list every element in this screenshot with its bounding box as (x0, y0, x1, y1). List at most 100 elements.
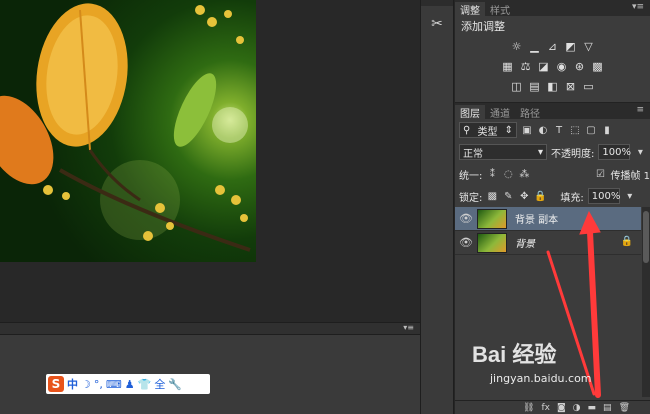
unify-position-icon[interactable]: ⁑ (486, 169, 498, 180)
layer-thumbnail (477, 232, 507, 253)
eye-icon[interactable]: 👁 (455, 236, 477, 249)
channel-mixer-icon[interactable]: ⊛ (573, 60, 586, 73)
propagate-label: 传播帧 1 (610, 170, 650, 182)
chevron-down-icon: ⇕ (504, 124, 513, 136)
type-filter-icon[interactable]: T (553, 125, 565, 136)
tab-styles[interactable]: 样式 (485, 2, 515, 17)
opacity-label: 不透明度: (551, 148, 595, 160)
pixel-filter-icon[interactable]: ▣ (521, 125, 533, 136)
fullwidth-icon[interactable]: 全 (154, 376, 165, 392)
keyboard-icon[interactable]: ⌨ (106, 378, 122, 391)
panel-menu-icon[interactable]: ▾≡ (403, 323, 414, 332)
watermark-url: jingyan.baidu.com (490, 372, 592, 385)
propagate-checkbox[interactable]: ☑ (594, 169, 606, 180)
layer-name[interactable]: 背景 副本 (515, 211, 558, 226)
lock-transparent-icon[interactable]: ▩ (486, 191, 498, 202)
opacity-dropdown-icon[interactable]: ▾ (634, 147, 646, 158)
tab-channels[interactable]: 通道 (485, 105, 515, 120)
tab-adjustments[interactable]: 调整 (455, 2, 485, 17)
photo-filter-icon[interactable]: ◉ (555, 60, 568, 73)
filter-row: ⚲ 类型 ⇕ ▣ ◐ T ⬚ ▢ ▮ (455, 119, 650, 141)
new-layer-icon[interactable]: ▤ (603, 403, 612, 413)
scrollbar-thumb[interactable] (643, 211, 649, 263)
lock-icon: 🔒 (620, 236, 633, 247)
threshold-icon[interactable]: ◧ (546, 80, 559, 93)
link-layers-icon[interactable]: ⛓ (523, 403, 534, 413)
skin-icon[interactable]: 👕 (138, 378, 152, 391)
fill-input[interactable]: 100% (587, 188, 620, 204)
lock-all-icon[interactable]: 🔒 (534, 191, 546, 202)
levels-icon[interactable]: ▁ (528, 40, 541, 53)
layer-name[interactable]: 背景 (515, 235, 535, 250)
user-icon[interactable]: ♟ (125, 378, 135, 391)
moon-icon[interactable]: ☽ (81, 378, 91, 391)
fill-dropdown-icon[interactable]: ▾ (624, 191, 636, 202)
posterize-icon[interactable]: ▤ (528, 80, 541, 93)
eye-icon[interactable]: 👁 (455, 212, 477, 225)
add-mask-icon[interactable]: ◙ (557, 403, 566, 413)
bottom-dock-header: ▾≡ (0, 323, 420, 335)
ime-mode-label[interactable]: 中 (67, 376, 78, 392)
layer-list: 👁 背景 副本 👁 背景 🔒 (455, 207, 641, 255)
photo-image (0, 0, 256, 262)
fx-icon[interactable]: fx (541, 403, 550, 413)
layers-menu-icon[interactable]: ≡ (636, 105, 644, 115)
document-canvas[interactable] (0, 0, 420, 322)
sogou-logo-icon[interactable]: S (48, 376, 64, 392)
unify-row: 统一: ⁑ ◌ ⁂ ☑ 传播帧 1 (455, 163, 650, 185)
punctuation-icon[interactable]: °, (94, 378, 103, 391)
filter-kind-select[interactable]: ⚲ 类型 ⇕ (459, 122, 517, 138)
add-adjustment-title: 添加调整 (461, 20, 505, 33)
collapsed-tool-strip: ✂ (420, 0, 454, 414)
baidu-watermark-logo: Bai 经验 (472, 342, 557, 367)
hue-saturation-icon[interactable]: ▦ (501, 60, 514, 73)
opacity-input[interactable]: 100% (598, 144, 631, 160)
tab-layers[interactable]: 图层 (455, 105, 485, 120)
vibrance-icon[interactable]: ▽ (582, 40, 595, 53)
wrench-icon[interactable]: 🔧 (168, 378, 182, 391)
color-lookup-icon[interactable]: ▩ (591, 60, 604, 73)
adjustments-tabbar: 调整 样式 ▾≡ (455, 0, 650, 17)
chevron-down-icon: ▾ (537, 146, 543, 158)
brightness-icon[interactable]: ☼ (510, 40, 523, 53)
layer-row-background-copy[interactable]: 👁 背景 副本 (455, 207, 641, 231)
strip-handle[interactable] (421, 0, 453, 6)
blend-mode-select[interactable]: 正常 ▾ (459, 144, 547, 160)
scissors-tool-icon[interactable]: ✂ (425, 12, 449, 36)
lock-paint-icon[interactable]: ✎ (502, 191, 514, 202)
delete-layer-icon[interactable]: 🗑 (619, 403, 630, 413)
gradient-map-icon[interactable]: ▭ (582, 80, 595, 93)
lock-position-icon[interactable]: ✥ (518, 191, 530, 202)
filter-toggle-icon[interactable]: ▮ (601, 125, 613, 136)
panel-menu-icon[interactable]: ▾≡ (632, 2, 644, 12)
smart-object-filter-icon[interactable]: ▢ (585, 125, 597, 136)
layers-footer: ⛓ fx ◙ ◑ ▬ ▤ 🗑 (455, 400, 650, 414)
new-adjustment-icon[interactable]: ◑ (573, 403, 581, 413)
black-white-icon[interactable]: ◪ (537, 60, 550, 73)
adjustment-filter-icon[interactable]: ◐ (537, 125, 549, 136)
layers-scrollbar[interactable] (642, 207, 650, 397)
lock-row: 锁定: ▩ ✎ ✥ 🔒 填充: 100% ▾ (455, 185, 650, 207)
unify-label: 统一: (459, 170, 483, 182)
blend-row: 正常 ▾ 不透明度: 100% ▾ (455, 141, 650, 163)
shape-filter-icon[interactable]: ⬚ (569, 125, 581, 136)
curves-icon[interactable]: ⊿ (546, 40, 559, 53)
tab-paths[interactable]: 路径 (515, 105, 545, 120)
bottom-dock-panel: ▾≡ S 中 ☽ °, ⌨ ♟ 👕 全 🔧 (0, 322, 420, 414)
fill-label: 填充: (560, 192, 584, 204)
adjustment-icons-row-2: ▦ ⚖ ◪ ◉ ⊛ ▩ (455, 56, 650, 76)
layer-row-background[interactable]: 👁 背景 🔒 (455, 231, 641, 255)
layers-tabbar: 图层 通道 路径 ≡ (455, 103, 650, 120)
selective-color-icon[interactable]: ⊠ (564, 80, 577, 93)
unify-style-icon[interactable]: ⁂ (518, 169, 530, 180)
lock-label: 锁定: (459, 192, 483, 204)
search-icon: ⚲ (463, 124, 471, 136)
new-group-icon[interactable]: ▬ (588, 403, 597, 413)
unify-visibility-icon[interactable]: ◌ (502, 169, 514, 180)
ime-toolbar[interactable]: S 中 ☽ °, ⌨ ♟ 👕 全 🔧 (46, 374, 210, 394)
exposure-icon[interactable]: ◩ (564, 40, 577, 53)
color-balance-icon[interactable]: ⚖ (519, 60, 532, 73)
adjustment-icons-row-1: ☼ ▁ ⊿ ◩ ▽ (455, 36, 650, 56)
layer-thumbnail (477, 208, 507, 229)
invert-icon[interactable]: ◫ (510, 80, 523, 93)
